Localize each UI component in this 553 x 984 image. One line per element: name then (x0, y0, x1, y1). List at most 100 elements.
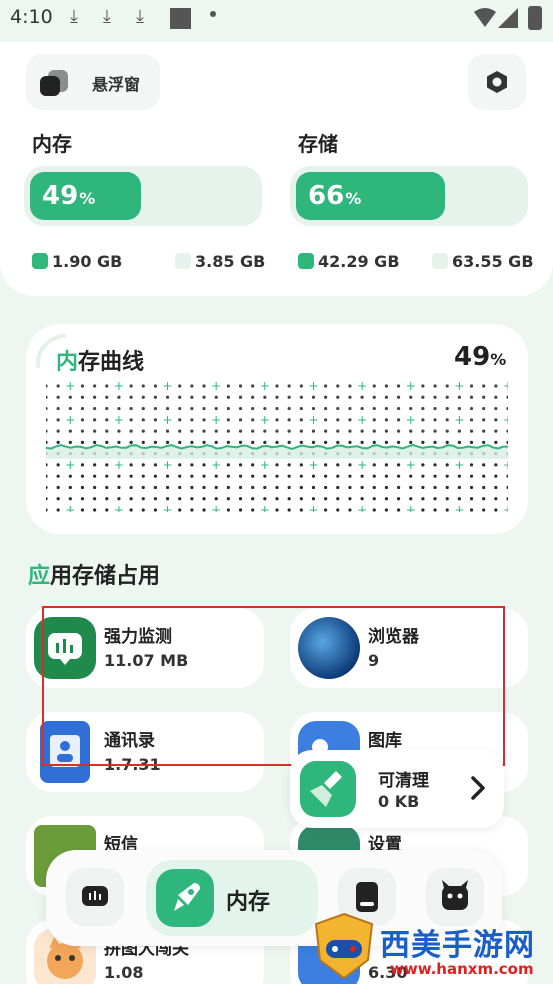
grid-dot (56, 395, 60, 399)
grid-marker: + (406, 503, 416, 512)
grid-dot (226, 463, 230, 467)
grid-dot (129, 474, 133, 478)
grid-dot (93, 395, 97, 399)
grid-dot (93, 429, 97, 433)
grid-dot (336, 497, 340, 501)
memory-curve-title: 内存曲线 (56, 350, 145, 375)
grid-dot (311, 395, 316, 399)
used-swatch (298, 253, 314, 269)
grid-dot (263, 406, 267, 411)
nav-memory-tab[interactable]: 内存 (146, 860, 318, 936)
storage-total-legend: 63.55 GB (432, 252, 534, 271)
grid-dot (56, 406, 60, 411)
settings-button[interactable] (468, 54, 526, 110)
grid-marker: + (114, 413, 124, 427)
grid-dot (165, 429, 170, 433)
grid-dot (105, 384, 109, 388)
grid-dot (251, 463, 255, 467)
grid-dot (141, 384, 145, 388)
grid-dot (384, 418, 389, 422)
grid-marker: + (211, 458, 221, 472)
grid-dot (421, 508, 425, 512)
grid-marker: + (211, 413, 221, 427)
memory-curve-card[interactable]: 内存曲线 49% + + + + + + + + + + + + + + + + + + + + + + + + + + + + + + +… (26, 324, 528, 534)
grid-dot (141, 508, 145, 512)
grid-dot (433, 474, 437, 478)
used-swatch (32, 253, 48, 269)
grid-dot (68, 485, 72, 490)
float-window-button[interactable]: 悬浮窗 (26, 54, 160, 110)
grid-dot (251, 474, 255, 478)
cleanable-size: 0 KB (378, 792, 420, 811)
grid-dot (56, 418, 60, 422)
grid-dot (384, 497, 389, 501)
grid-dot (409, 485, 413, 490)
nav-memory-label: 内存 (226, 890, 271, 915)
grid-dot (433, 406, 437, 411)
grid-dot (384, 440, 389, 444)
grid-dot (214, 497, 218, 501)
grid-dot (457, 429, 461, 433)
grid-dot (348, 474, 352, 478)
grid-dot (93, 497, 97, 501)
grid-dot (214, 429, 218, 433)
grid-dot (421, 497, 425, 501)
grid-dot (396, 485, 401, 490)
grid-dot (457, 497, 461, 501)
grid-dot (384, 429, 389, 433)
grid-dot (251, 418, 255, 422)
cleanable-card[interactable]: 可清理 0 KB (290, 750, 504, 828)
grid-dot (287, 474, 291, 478)
grid-dot (469, 418, 474, 422)
grid-dot (202, 384, 206, 388)
memory-used-legend: 1.90 GB (32, 252, 122, 271)
grid-dot (506, 395, 508, 399)
grid-dot (190, 474, 194, 478)
watermark: 西美手游网 www.hanxm.com (312, 908, 553, 984)
grid-dot (46, 463, 48, 467)
grid-dot (153, 463, 158, 467)
grid-dot (202, 395, 206, 399)
grid-dot (494, 395, 498, 399)
grid-dot (202, 508, 206, 512)
grid-dot (129, 485, 133, 490)
grid-dot (384, 508, 389, 512)
grid-dot (251, 384, 255, 388)
gamepad-shield-logo (314, 912, 374, 980)
grid-dot (445, 395, 449, 399)
grid-dot (238, 474, 243, 478)
grid-dot (238, 418, 243, 422)
grid-dot (348, 497, 352, 501)
grid-marker: + (406, 382, 416, 393)
gear-icon (487, 71, 507, 93)
grid-dot (287, 429, 291, 433)
grid-marker: + (503, 458, 508, 472)
grid-dot (494, 429, 498, 433)
grid-dot (494, 485, 498, 490)
grid-dot (311, 485, 316, 490)
grid-dot (396, 418, 401, 422)
grid-dot (190, 485, 194, 490)
memory-curve-percent: 49% (454, 342, 507, 372)
grid-dot (287, 440, 291, 444)
grid-dot (457, 406, 461, 411)
grid-dot (457, 395, 461, 399)
grid-dot (372, 474, 376, 478)
grid-dot (482, 485, 486, 490)
grid-dot (421, 395, 425, 399)
grid-dot (178, 497, 182, 501)
storage-usage-bar[interactable]: 66% (290, 166, 528, 226)
grid-dot (445, 429, 449, 433)
grid-dot (469, 474, 474, 478)
grid-dot (360, 497, 364, 501)
grid-dot (433, 463, 437, 467)
grid-dot (299, 497, 303, 501)
memory-usage-bar[interactable]: 49% (24, 166, 262, 226)
grid-dot (494, 418, 498, 422)
nav-monitor-button[interactable] (66, 868, 124, 926)
grid-dot (153, 429, 158, 433)
grid-dot (360, 474, 364, 478)
grid-dot (141, 418, 145, 422)
grid-dot (214, 406, 218, 411)
download-icon: ⤓ (136, 6, 144, 27)
